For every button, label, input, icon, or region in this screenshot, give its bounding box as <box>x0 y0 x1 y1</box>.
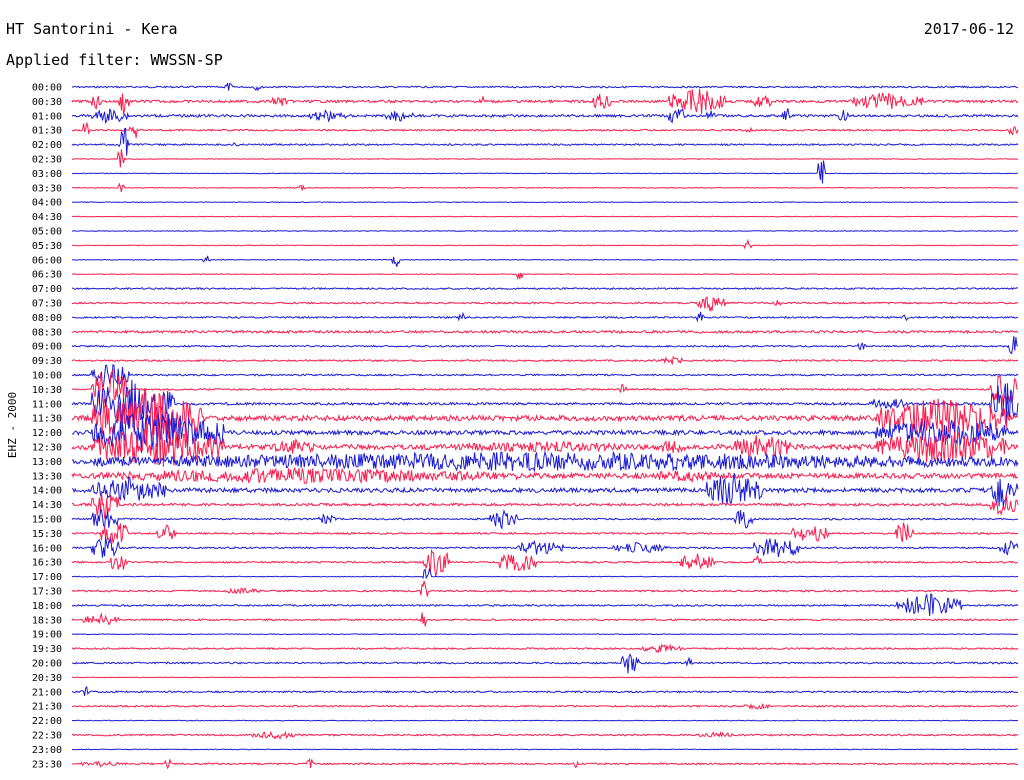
trace-line <box>71 685 1018 697</box>
trace-line <box>71 676 1018 679</box>
time-label: 19:00 <box>32 630 62 641</box>
time-label: 10:00 <box>32 371 62 382</box>
time-label: 11:00 <box>32 399 62 410</box>
trace-line <box>71 238 1018 250</box>
trace-line <box>71 230 1018 232</box>
time-label: 03:30 <box>32 183 62 194</box>
trace-line <box>71 537 1019 558</box>
time-label: 03:00 <box>32 169 62 180</box>
trace-line <box>71 466 1019 485</box>
trace-line <box>71 490 1019 520</box>
trace-line <box>71 215 1019 218</box>
trace-line <box>71 593 1019 616</box>
time-label: 06:00 <box>32 255 62 266</box>
trace-line <box>71 730 1019 740</box>
trace-line <box>71 149 1019 168</box>
time-label: 17:00 <box>32 572 62 583</box>
trace-line <box>71 363 1019 388</box>
time-label: 00:00 <box>32 83 62 94</box>
time-label: 08:00 <box>32 313 62 324</box>
trace-line <box>71 160 1018 184</box>
trace-line <box>71 748 1019 751</box>
trace-line <box>71 335 1019 355</box>
trace-line <box>71 633 1019 636</box>
time-label: 01:00 <box>32 111 62 122</box>
time-label: 05:00 <box>32 227 62 238</box>
time-label: 00:30 <box>32 97 62 108</box>
trace-line <box>71 653 1019 674</box>
trace-line <box>71 450 1019 473</box>
time-label: 21:00 <box>32 687 62 698</box>
trace-line <box>71 567 1018 580</box>
time-label: 01:30 <box>32 126 62 137</box>
time-label: 09:00 <box>32 342 62 353</box>
time-label: 13:00 <box>32 457 62 468</box>
trace-line <box>72 758 1018 770</box>
trace-rows: 00:00 00:30 01:00 01:30 02:00 02:30 03:00 03:30… <box>32 82 1019 770</box>
time-label: 22:30 <box>32 731 62 742</box>
time-label: 06:30 <box>32 270 62 281</box>
trace-line <box>71 88 1019 115</box>
time-label: 18:30 <box>32 615 62 626</box>
time-label: 23:00 <box>32 745 62 756</box>
trace-line <box>71 522 1019 544</box>
time-label: 16:30 <box>32 558 62 569</box>
time-label: 10:30 <box>32 385 62 396</box>
time-label: 16:00 <box>32 543 62 554</box>
trace-line <box>72 182 1019 193</box>
trace-line <box>71 82 1019 92</box>
time-label: 08:30 <box>32 327 62 338</box>
time-label: 19:30 <box>32 644 62 655</box>
channel-label: EHZ - 2000 <box>6 392 19 458</box>
time-label: 20:30 <box>32 673 62 684</box>
trace-line <box>71 355 1019 365</box>
trace-line <box>71 127 1019 156</box>
trace-line <box>71 329 1019 335</box>
time-label: 04:00 <box>32 198 62 209</box>
time-label: 12:00 <box>32 428 62 439</box>
time-label: 18:00 <box>32 601 62 612</box>
trace-line <box>71 122 1019 139</box>
trace-line <box>71 107 1019 125</box>
trace-line <box>71 580 1019 597</box>
trace-line <box>71 255 1019 267</box>
time-label: 14:30 <box>32 500 62 511</box>
time-label: 02:30 <box>32 155 62 166</box>
trace-line <box>71 548 1019 577</box>
trace-line <box>71 296 1019 312</box>
time-label: 02:00 <box>32 140 62 151</box>
trace-line <box>71 272 1019 281</box>
time-label: 14:00 <box>32 486 62 497</box>
trace-line <box>71 643 1019 654</box>
helicorder-chart: EHZ - 2000 00:00 00:30 01:00 01:30 02:00 02:3… <box>6 82 1019 770</box>
time-label: 04:30 <box>32 212 62 223</box>
time-label: 22:00 <box>32 716 62 727</box>
trace-line <box>71 311 1019 323</box>
time-label: 09:30 <box>32 356 62 367</box>
trace-line <box>71 286 1019 291</box>
time-label: 17:30 <box>32 587 62 598</box>
trace-line <box>71 719 1019 722</box>
trace-line <box>71 508 1019 531</box>
trace-line <box>71 201 1019 204</box>
trace-line <box>71 702 1019 710</box>
time-label: 23:30 <box>32 759 62 770</box>
time-label: 20:00 <box>32 659 62 670</box>
time-label: 13:30 <box>32 471 62 482</box>
time-label: 12:30 <box>32 443 62 454</box>
time-label: 15:00 <box>32 515 62 526</box>
time-label: 11:30 <box>32 414 62 425</box>
time-label: 21:30 <box>32 702 62 713</box>
time-label: 07:30 <box>32 299 62 310</box>
time-label: 15:30 <box>32 529 62 540</box>
time-label: 07:00 <box>32 284 62 295</box>
time-label: 05:30 <box>32 241 62 252</box>
trace-line <box>71 612 1019 627</box>
